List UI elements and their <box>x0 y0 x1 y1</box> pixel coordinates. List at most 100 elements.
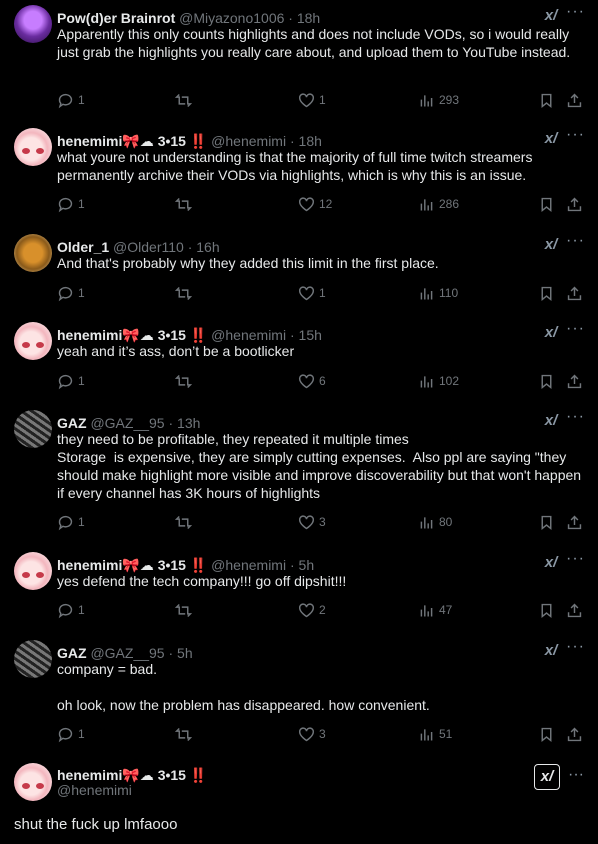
user-handle[interactable]: @henemimi <box>211 133 286 149</box>
more-options-icon[interactable]: ··· <box>566 4 584 23</box>
grok-icon[interactable]: x/ <box>542 324 560 342</box>
bookmark-button[interactable] <box>538 724 555 744</box>
display-name[interactable]: Older_1 <box>57 239 109 255</box>
retweet-button[interactable] <box>175 600 196 620</box>
views-button[interactable]: 286 <box>418 194 459 214</box>
share-button[interactable] <box>566 600 583 620</box>
more-options-icon[interactable]: ··· <box>566 233 584 252</box>
user-handle[interactable]: @GAZ__95 <box>90 415 164 431</box>
display-name[interactable]: henemimi <box>57 767 122 783</box>
tweet-text: what youre not understanding is that the… <box>57 149 537 183</box>
avatar[interactable] <box>14 322 52 360</box>
display-name[interactable]: henemimi <box>57 133 122 149</box>
avatar[interactable] <box>14 552 52 590</box>
bookmark-button[interactable] <box>538 512 555 532</box>
bookmark-icon <box>541 603 552 618</box>
like-button[interactable]: 3 <box>298 724 326 744</box>
user-handle[interactable]: @henemimi <box>211 327 286 343</box>
view-count: 286 <box>439 197 460 211</box>
views-button[interactable]: 51 <box>418 724 452 744</box>
retweet-button[interactable] <box>175 371 196 391</box>
timestamp[interactable]: 16h <box>196 239 219 255</box>
retweet-button[interactable] <box>175 194 196 214</box>
reply-button[interactable]: 1 <box>57 371 85 391</box>
retweet-button[interactable] <box>175 283 196 303</box>
avatar[interactable] <box>14 640 52 678</box>
share-button[interactable] <box>566 90 583 110</box>
retweet-icon <box>175 727 192 741</box>
grok-icon[interactable]: x/ <box>542 130 560 148</box>
display-name[interactable]: GAZ <box>57 415 87 431</box>
main-avatar[interactable] <box>14 763 52 801</box>
more-options-icon[interactable]: ··· <box>568 767 584 783</box>
user-handle[interactable]: @henemimi <box>57 782 132 798</box>
share-button[interactable] <box>566 371 583 391</box>
bookmark-button[interactable] <box>538 283 555 303</box>
reply-button[interactable]: 1 <box>57 512 85 532</box>
views-button[interactable]: 80 <box>418 512 452 532</box>
avatar[interactable] <box>14 5 52 43</box>
like-count: 1 <box>319 93 326 107</box>
like-button[interactable]: 3 <box>298 512 326 532</box>
exclamation-emoji: ‼️ <box>189 557 208 573</box>
grok-icon[interactable]: x/ <box>542 642 560 660</box>
bookmark-button[interactable] <box>538 90 555 110</box>
avatar[interactable] <box>14 128 52 166</box>
timestamp[interactable]: 5h <box>177 645 193 661</box>
timestamp[interactable]: 18h <box>299 133 322 149</box>
like-button[interactable]: 6 <box>298 371 326 391</box>
more-options-icon[interactable]: ··· <box>566 321 584 340</box>
separator-dot: · <box>289 327 295 343</box>
views-icon <box>420 198 433 210</box>
views-button[interactable]: 102 <box>418 371 459 391</box>
more-options-icon[interactable]: ··· <box>566 409 584 428</box>
like-button[interactable]: 2 <box>298 600 326 620</box>
more-options-icon[interactable]: ··· <box>566 551 584 570</box>
display-name[interactable]: henemimi <box>57 327 122 343</box>
timestamp[interactable]: 13h <box>177 415 200 431</box>
grok-icon[interactable]: x/ <box>542 236 560 254</box>
share-button[interactable] <box>566 194 583 214</box>
views-button[interactable]: 293 <box>418 90 459 110</box>
views-button[interactable]: 110 <box>418 283 458 303</box>
timestamp[interactable]: 5h <box>299 557 315 573</box>
grok-icon[interactable]: x/ <box>542 412 560 430</box>
grok-icon[interactable]: x/ <box>534 764 560 790</box>
user-handle[interactable]: @Miyazono1006 <box>179 10 284 26</box>
views-button[interactable]: 47 <box>418 600 452 620</box>
share-button[interactable] <box>566 283 583 303</box>
grok-icon[interactable]: x/ <box>542 7 560 25</box>
reply-button[interactable]: 1 <box>57 283 85 303</box>
like-button[interactable]: 1 <box>298 90 326 110</box>
reply-button[interactable]: 1 <box>57 194 85 214</box>
bookmark-button[interactable] <box>538 194 555 214</box>
timestamp[interactable]: 15h <box>299 327 322 343</box>
display-name[interactable]: GAZ <box>57 645 87 661</box>
share-button[interactable] <box>566 724 583 744</box>
grok-icon[interactable]: x/ <box>542 554 560 572</box>
more-options-icon[interactable]: ··· <box>566 639 584 658</box>
share-button[interactable] <box>566 512 583 532</box>
reply-button[interactable]: 1 <box>57 724 85 744</box>
reply-button[interactable]: 1 <box>57 600 85 620</box>
retweet-button[interactable] <box>175 724 196 744</box>
retweet-button[interactable] <box>175 512 196 532</box>
reply-button[interactable]: 1 <box>57 90 85 110</box>
cloud-emoji: ☁ <box>139 767 154 783</box>
avatar[interactable] <box>14 234 52 272</box>
display-name[interactable]: henemimi <box>57 557 122 573</box>
retweet-button[interactable] <box>175 90 196 110</box>
timestamp[interactable]: 18h <box>297 10 320 26</box>
avatar[interactable] <box>14 410 52 448</box>
views-icon <box>420 287 433 299</box>
user-handle[interactable]: @henemimi <box>211 557 286 573</box>
like-button[interactable]: 12 <box>298 194 332 214</box>
user-handle[interactable]: @GAZ__95 <box>90 645 164 661</box>
more-options-icon[interactable]: ··· <box>566 127 584 146</box>
like-button[interactable]: 1 <box>298 283 326 303</box>
cloud-emoji: ☁ <box>139 557 154 573</box>
user-handle[interactable]: @Older110 <box>113 239 184 255</box>
bookmark-button[interactable] <box>538 371 555 391</box>
display-name[interactable]: Pow(d)er Brainrot <box>57 10 175 26</box>
bookmark-button[interactable] <box>538 600 555 620</box>
